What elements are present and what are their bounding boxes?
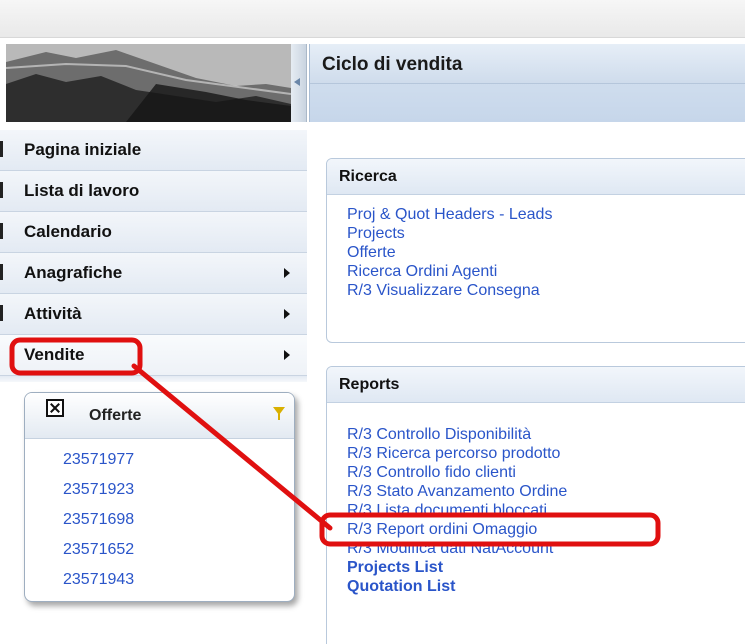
offerte-flyout: Offerte 23571977 23571923 23571698 23571… — [24, 392, 295, 602]
link-visualizzare-consegna[interactable]: R/3 Visualizzare Consegna — [347, 281, 745, 300]
sidebar-item-label: Vendite — [24, 345, 85, 364]
sidebar-edge-marker — [0, 305, 3, 321]
page-header: Ciclo di vendita — [309, 44, 745, 122]
banner-image — [6, 44, 291, 122]
sidebar-item-anagrafiche[interactable]: Anagrafiche — [0, 253, 307, 294]
chevron-right-icon — [284, 350, 290, 360]
sidebar-item-label: Pagina iniziale — [24, 140, 142, 159]
link-projects-list[interactable]: Projects List — [347, 558, 745, 577]
sidebar-item-calendario[interactable]: Calendario — [0, 212, 307, 253]
chevron-right-icon — [284, 309, 290, 319]
sidebar-item-label: Calendario — [24, 222, 112, 241]
link-controllo-disponibilita[interactable]: R/3 Controllo Disponibilità — [347, 425, 745, 444]
filter-icon[interactable] — [273, 407, 285, 420]
sidebar-footer — [0, 376, 307, 382]
sidebar-item-label: Attività — [24, 304, 82, 323]
reports-link-list: R/3 Controllo Disponibilità R/3 Ricerca … — [327, 403, 745, 596]
flyout-title: Offerte — [89, 407, 142, 424]
sidebar-item-vendite[interactable]: Vendite — [0, 335, 307, 376]
list-item[interactable]: 23571698 — [63, 505, 134, 535]
sidebar-item-lista-di-lavoro[interactable]: Lista di lavoro — [0, 171, 307, 212]
link-projects[interactable]: Projects — [347, 224, 745, 243]
ricerca-panel: Ricerca Proj & Quot Headers - Leads Proj… — [326, 158, 745, 343]
sidebar-nav: Pagina iniziale Lista di lavoro Calendar… — [0, 130, 307, 382]
list-item[interactable]: 23571652 — [63, 535, 134, 565]
mountain-landscape-image — [6, 44, 291, 122]
page-title: Ciclo di vendita — [322, 54, 463, 75]
link-offerte[interactable]: Offerte — [347, 243, 745, 262]
sidebar-edge-marker — [0, 223, 3, 239]
sidebar-collapse-toggle[interactable] — [291, 44, 307, 122]
sidebar-edge-marker — [0, 182, 3, 198]
chevron-right-icon — [284, 268, 290, 278]
list-item[interactable]: 23571923 — [63, 475, 134, 505]
browser-top-bar — [0, 0, 745, 38]
collapse-left-icon[interactable] — [294, 78, 300, 86]
flyout-item-list: 23571977 23571923 23571698 23571652 2357… — [63, 445, 134, 595]
list-item[interactable]: 23571977 — [63, 445, 134, 475]
flyout-header: Offerte — [25, 393, 294, 439]
reports-panel-title: Reports — [339, 376, 400, 393]
link-lista-documenti-bloccati[interactable]: R/3 Lista documenti bloccati — [347, 501, 745, 520]
link-report-ordini-omaggio[interactable]: R/3 Report ordini Omaggio — [347, 520, 745, 539]
reports-panel: Reports R/3 Controllo Disponibilità R/3 … — [326, 366, 745, 644]
link-quotation-list[interactable]: Quotation List — [347, 577, 745, 596]
sidebar-item-label: Anagrafiche — [24, 263, 123, 282]
sidebar-edge-marker — [0, 264, 3, 280]
link-controllo-fido-clienti[interactable]: R/3 Controllo fido clienti — [347, 463, 745, 482]
sidebar-edge-marker — [0, 141, 3, 157]
link-stato-avanzamento-ordine[interactable]: R/3 Stato Avanzamento Ordine — [347, 482, 745, 501]
ricerca-panel-title: Ricerca — [339, 168, 397, 185]
reports-panel-header: Reports — [327, 367, 745, 403]
sidebar-item-label: Lista di lavoro — [24, 181, 140, 200]
sidebar-item-pagina-iniziale[interactable]: Pagina iniziale — [0, 130, 307, 171]
ricerca-link-list: Proj & Quot Headers - Leads Projects Off… — [327, 195, 745, 300]
link-ricerca-percorso-prodotto[interactable]: R/3 Ricerca percorso prodotto — [347, 444, 745, 463]
ricerca-panel-header: Ricerca — [327, 159, 745, 195]
link-proj-quot-headers[interactable]: Proj & Quot Headers - Leads — [347, 205, 745, 224]
sidebar-item-attivita[interactable]: Attività — [0, 294, 307, 335]
link-modifica-dati-nataccount[interactable]: R/3 Modifica dati NatAccount — [347, 539, 745, 558]
close-icon[interactable] — [46, 399, 64, 417]
list-item[interactable]: 23571943 — [63, 565, 134, 595]
link-ricerca-ordini-agenti[interactable]: Ricerca Ordini Agenti — [347, 262, 745, 281]
